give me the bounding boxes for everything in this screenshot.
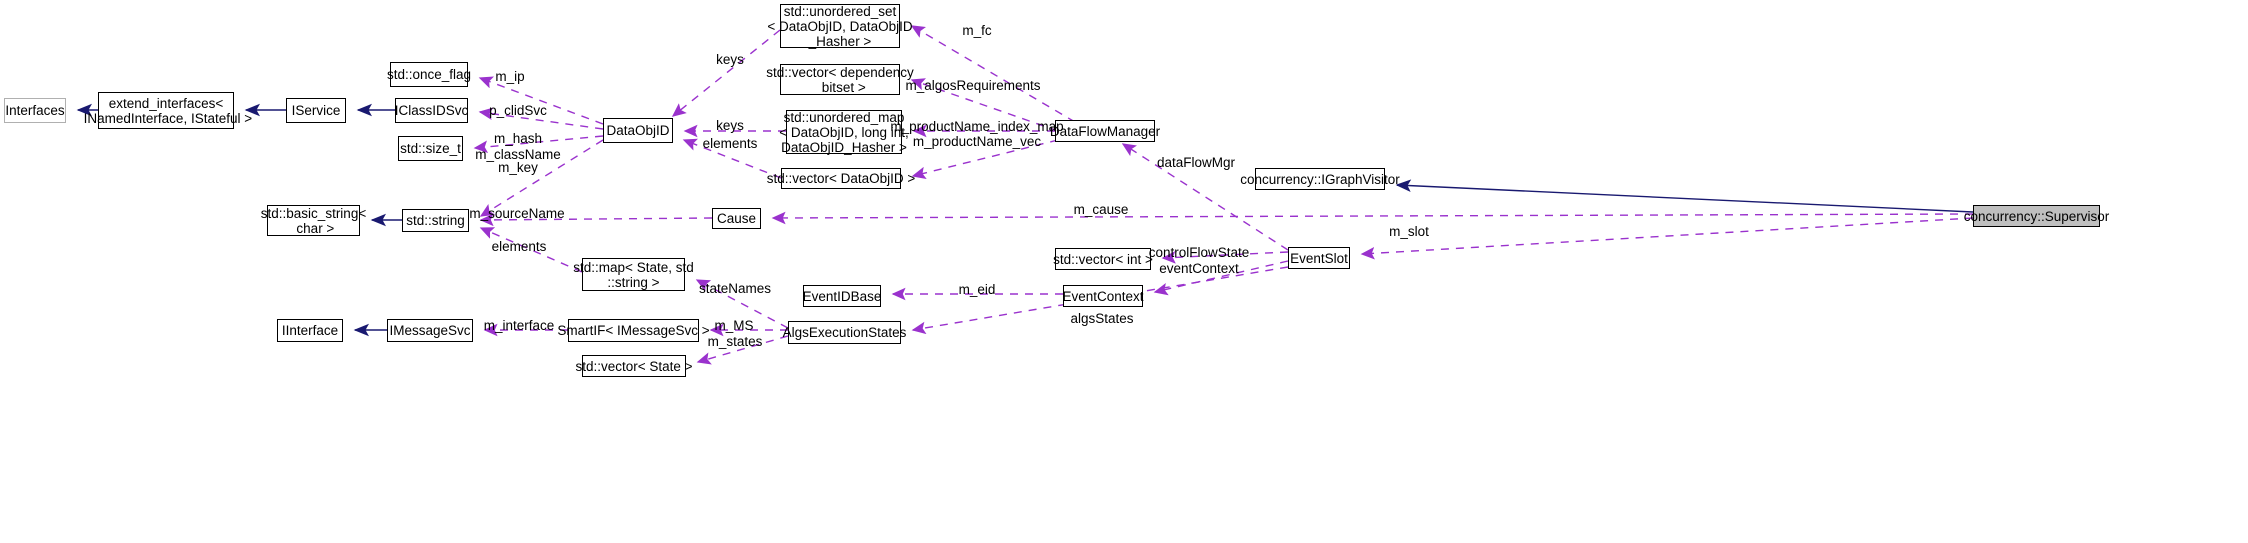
node-std-once-flag[interactable]: std::once_flag <box>387 62 471 87</box>
node-std-map-state-string[interactable]: std::map< State, std ::string > <box>573 258 694 291</box>
node-extend-interfaces[interactable]: extend_interfaces< INamedInterface, ISta… <box>84 92 252 129</box>
edge-label-m-states: m_states <box>707 334 763 349</box>
node-std-unordered-set[interactable]: std::unordered_set < DataObjID, DataObjI… <box>767 4 912 49</box>
edge-label-keys-top: keys <box>716 52 744 67</box>
edge-label-elements-bottom: elements <box>491 239 547 254</box>
collaboration-diagram: Interfaces extend_interfaces< INamedInte… <box>0 0 2248 543</box>
node-iservice[interactable]: IService <box>286 98 346 123</box>
edge-label-keys-mid: keys <box>716 118 744 133</box>
edge-label-m-productname-index-map: m_productName_index_map <box>890 119 1064 134</box>
edge-label-m-slot: m_slot <box>1389 224 1429 239</box>
node-eventidbase[interactable]: EventIDBase <box>803 285 881 307</box>
edge-label-m-fc: m_fc <box>962 23 992 38</box>
node-imessagesvc[interactable]: IMessageSvc <box>387 319 473 342</box>
node-dataobjid[interactable]: DataObjID <box>603 118 673 143</box>
node-std-vector-dependency-bitset[interactable]: std::vector< dependency _bitset > <box>766 64 914 95</box>
node-std-size-t[interactable]: std::size_t <box>398 136 463 161</box>
node-eventcontext[interactable]: EventContext <box>1062 285 1144 307</box>
edge-label-eventcontext: eventContext <box>1159 261 1239 276</box>
node-eventslot[interactable]: EventSlot <box>1288 247 1350 269</box>
node-algsexecutionstates[interactable]: AlgsExecutionStates <box>783 321 906 344</box>
diagram-edges <box>76 25 1974 365</box>
edge-label-m-ms: m_MS <box>714 318 754 333</box>
edge-supervisor-to-cause <box>771 211 1974 225</box>
node-std-vector-state[interactable]: std::vector< State > <box>575 355 693 377</box>
node-dataflowmanager[interactable]: DataFlowManager <box>1050 120 1160 142</box>
node-std-vector-int[interactable]: std::vector< int > <box>1053 248 1153 270</box>
node-cause[interactable]: Cause <box>712 208 761 229</box>
edge-label-algsstates: algsStates <box>1070 311 1134 326</box>
edge-label-statenames: stateNames <box>698 281 772 296</box>
node-iclassidsvc[interactable]: IClassIDSvc <box>395 98 468 123</box>
node-std-string[interactable]: std::string <box>402 209 469 232</box>
edge-label-m-cause: m_cause <box>1073 202 1129 217</box>
edge-label-m-ip: m_ip <box>495 69 525 84</box>
edge-label-m-interface: m_interface <box>483 318 555 333</box>
edge-label-m-eid: m_eid <box>958 282 996 297</box>
edge-unordered-set-to-dataobjid <box>671 29 781 117</box>
edge-supervisor-to-eventslot <box>1360 217 1974 260</box>
edge-label-m-hash: m_hash <box>493 131 543 146</box>
node-std-vector-dataobjid[interactable]: std::vector< DataObjID > <box>767 168 915 189</box>
node-concurrency-supervisor[interactable]: concurrency::Supervisor <box>1964 205 2109 227</box>
node-smartif-imessagesvc[interactable]: SmartIF< IMessageSvc > <box>557 319 710 342</box>
edge-dataflowmanager-to-unordered-set <box>910 25 1076 123</box>
node-iinterface[interactable]: IInterface <box>277 319 343 342</box>
edge-label-m-productname-vec: m_productName_vec <box>912 134 1042 149</box>
node-std-basic-string[interactable]: std::basic_string< char > <box>261 205 366 236</box>
edge-label-m-sourcename: m_sourceName <box>469 206 565 221</box>
edge-label-elements-top: elements <box>702 136 758 151</box>
edge-supervisor-to-igraphvisitor <box>1395 179 1974 213</box>
edge-label-p-clidsvc: p_clidSvc <box>489 103 547 118</box>
edge-label-dataflowmgr: dataFlowMgr <box>1156 155 1236 170</box>
node-concurrency-igraphvisitor[interactable]: concurrency::IGraphVisitor <box>1240 168 1400 190</box>
edge-label-controlflowstate: controlFlowState <box>1148 245 1250 260</box>
node-std-unordered-map[interactable]: std::unordered_map < DataObjID, long int… <box>779 110 908 155</box>
edge-label-m-key: m_key <box>498 160 538 175</box>
edge-label-m-algosrequirements: m_algosRequirements <box>905 78 1041 93</box>
node-interfaces[interactable]: Interfaces <box>4 98 66 123</box>
